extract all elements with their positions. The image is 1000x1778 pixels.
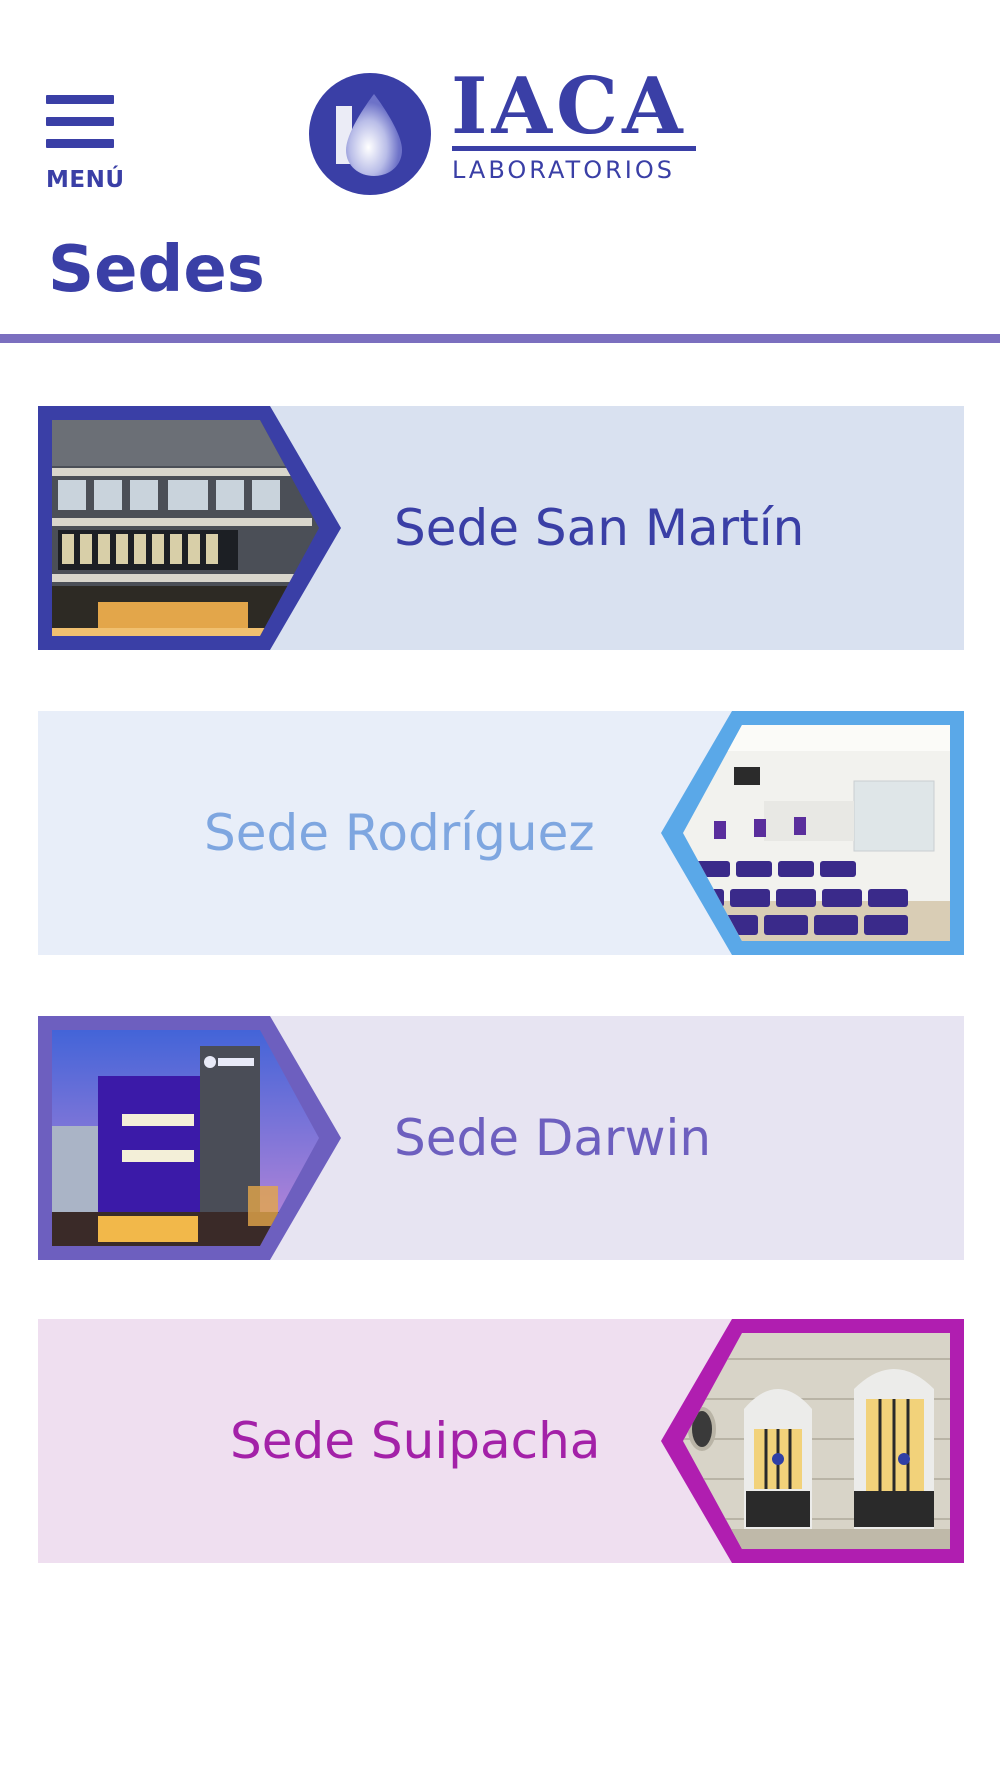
logo-brand: IACA	[451, 61, 687, 152]
sede-rodriguez-image	[661, 711, 964, 955]
sede-label: Sede Darwin	[394, 1109, 712, 1167]
page: MENÚ IACA LABORATORIOS Sedes Sede San Ma…	[0, 0, 1000, 1778]
sede-darwin-image	[38, 1016, 341, 1260]
logo-rule	[452, 146, 696, 151]
logo-subtitle: LABORATORIOS	[452, 156, 675, 184]
sede-label: Sede Rodríguez	[204, 804, 595, 862]
menu-label: MENÚ	[46, 167, 125, 193]
sede-card-darwin[interactable]: Sede Darwin	[38, 1016, 964, 1260]
page-title: Sedes	[48, 233, 265, 307]
sede-card-san-martin[interactable]: Sede San Martín	[38, 406, 964, 650]
sede-suipacha-image	[661, 1319, 964, 1563]
drop-logo-icon	[309, 73, 431, 195]
sede-card-suipacha[interactable]: Sede Suipacha	[38, 1319, 964, 1563]
sede-san-martin-image	[38, 406, 341, 650]
sede-label: Sede San Martín	[394, 499, 805, 557]
sede-card-rodriguez[interactable]: Sede Rodríguez	[38, 711, 964, 955]
sede-label: Sede Suipacha	[230, 1412, 601, 1470]
menu-button[interactable]: MENÚ	[46, 95, 124, 195]
title-divider	[0, 334, 1000, 343]
iaca-logo[interactable]: IACA LABORATORIOS	[308, 68, 698, 196]
